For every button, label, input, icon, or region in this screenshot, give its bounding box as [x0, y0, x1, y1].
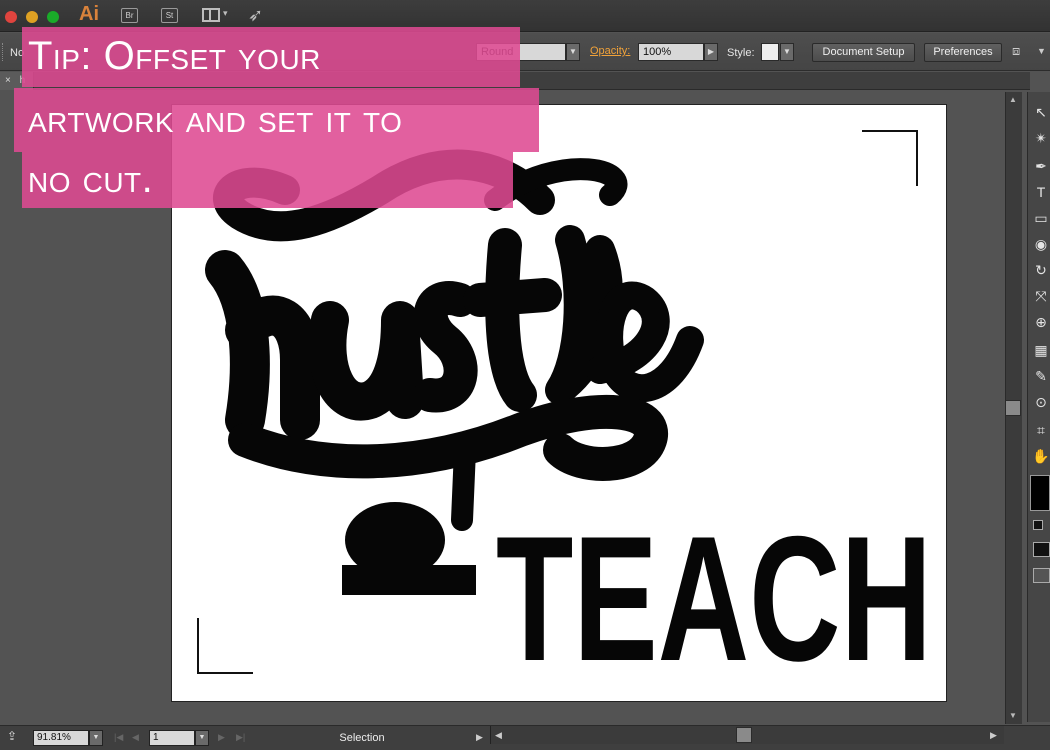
pen-tool-icon[interactable]: ✒ [1032, 156, 1050, 176]
tip-overlay-line-2: artwork and set it to [14, 88, 539, 152]
default-colors-icon[interactable] [1033, 520, 1043, 530]
opacity-label[interactable]: Opacity: [590, 45, 630, 57]
opacity-arrow-button[interactable]: ▶ [704, 43, 718, 61]
next-artboard-icon[interactable]: ▶ [218, 732, 225, 743]
artboard-tool-icon[interactable]: ⌗ [1032, 420, 1050, 440]
document-setup-button[interactable]: Document Setup [812, 43, 915, 62]
draw-mode-icon[interactable] [1033, 568, 1050, 583]
style-label: Style: [727, 47, 755, 59]
scroll-left-arrow-icon[interactable]: ◀ [495, 730, 502, 741]
minimize-window-button[interactable] [26, 11, 38, 23]
type-tool-icon[interactable]: T [1032, 182, 1050, 202]
scroll-right-arrow-icon[interactable]: ▶ [990, 730, 997, 741]
last-artboard-icon[interactable]: ▶| [236, 732, 245, 743]
zoom-window-button[interactable] [47, 11, 59, 23]
selection-tool-icon[interactable]: ↖ [1032, 102, 1050, 122]
current-tool-status[interactable]: Selection [262, 730, 462, 747]
tools-panel: ↖ ✴ ✒ T ▭ ◉ ↻ ⤧ ⊕ ▦ ✎ ⊙ ⌗ ✋ [1027, 92, 1050, 722]
symbol-sprayer-tool-icon[interactable]: ⊙ [1032, 392, 1050, 412]
rectangle-tool-icon[interactable]: ▭ [1032, 208, 1050, 228]
zoom-dropdown[interactable]: ▼ [89, 730, 103, 746]
horizontal-scroll-thumb[interactable] [736, 727, 752, 743]
width-tool-icon[interactable]: ⤧ [1032, 286, 1050, 306]
stock-button[interactable]: St [161, 8, 178, 23]
illustrator-window: Ai Br St ▾ ➶ No Round ▼ 100% ▶ Style: ▼ … [0, 0, 1050, 750]
align-icon[interactable]: ⧈ [1012, 43, 1020, 59]
vertical-scroll-thumb[interactable] [1005, 400, 1021, 416]
graphic-style-swatch[interactable] [761, 43, 779, 61]
artboard-dropdown[interactable]: ▼ [195, 730, 209, 746]
close-tab-icon[interactable]: × [5, 75, 11, 86]
first-artboard-icon[interactable]: |◀ [114, 732, 123, 743]
variable-width-dropdown[interactable]: ▼ [566, 43, 580, 61]
app-logo: Ai [79, 3, 99, 25]
chevron-down-icon[interactable]: ▾ [223, 8, 228, 19]
scroll-down-arrow-icon[interactable]: ▼ [1009, 711, 1017, 720]
chevron-down-icon[interactable]: ▼ [1037, 46, 1046, 56]
tip-overlay-line-3: no cut. [22, 152, 513, 208]
close-window-button[interactable] [5, 11, 17, 23]
status-menu-arrow-icon[interactable]: ▶ [476, 732, 483, 743]
magic-wand-tool-icon[interactable]: ✴ [1032, 128, 1050, 148]
panel-grip[interactable] [2, 43, 6, 61]
scroll-up-arrow-icon[interactable]: ▲ [1009, 95, 1017, 104]
shape-builder-tool-icon[interactable]: ⊕ [1032, 312, 1050, 332]
fill-color-swatch[interactable] [1030, 475, 1050, 511]
style-dropdown[interactable]: ▼ [780, 43, 794, 61]
zoom-level-field[interactable]: 91.81% [33, 730, 89, 746]
crop-mark-bottom-left [197, 618, 253, 674]
artboard-number-field[interactable]: 1 [149, 730, 195, 746]
color-mode-icon[interactable] [1033, 542, 1050, 557]
eyedropper-tool-icon[interactable]: ✎ [1032, 366, 1050, 386]
bridge-button[interactable]: Br [121, 8, 138, 23]
preferences-button[interactable]: Preferences [924, 43, 1002, 62]
hand-tool-icon[interactable]: ✋ [1032, 446, 1050, 466]
workspace-switcher-icon[interactable] [202, 8, 220, 22]
previous-artboard-icon[interactable]: ◀ [132, 732, 139, 743]
crop-mark-top-right [862, 130, 918, 186]
blob-brush-tool-icon[interactable]: ◉ [1032, 234, 1050, 254]
rotate-tool-icon[interactable]: ↻ [1032, 260, 1050, 280]
rocket-icon[interactable]: ➶ [248, 5, 263, 26]
share-icon[interactable]: ⇪ [7, 729, 17, 743]
graph-tool-icon[interactable]: ▦ [1032, 340, 1050, 360]
tip-overlay-line-1: Tip: Offset your [22, 27, 520, 87]
opacity-field[interactable]: 100% [638, 43, 704, 61]
